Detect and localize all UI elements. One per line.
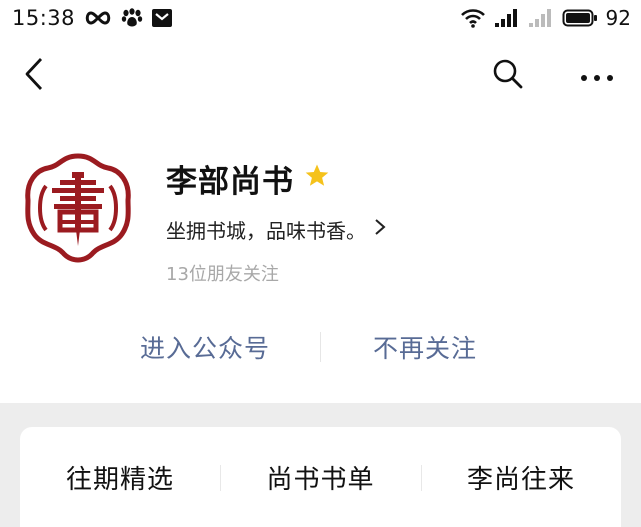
unfollow-button[interactable]: 不再关注: [330, 320, 520, 374]
menu-card: 往期精选 尚书书单 李尚往来: [20, 427, 621, 527]
chevron-left-icon: [24, 57, 44, 95]
menu-item-correspondence[interactable]: 李尚往来: [421, 449, 621, 505]
description-text: 坐拥书城，品味书香。: [166, 218, 366, 243]
wifi-icon: [460, 7, 486, 29]
status-bar: 15:38 92: [0, 0, 641, 36]
search-button[interactable]: [488, 56, 528, 96]
infinity-icon: [83, 7, 113, 29]
enter-account-button[interactable]: 进入公众号: [110, 320, 300, 374]
battery-icon: [562, 7, 598, 29]
status-time: 15:38: [12, 6, 76, 30]
signal-icon: [494, 7, 520, 29]
search-icon: [492, 58, 524, 94]
battery-percent: 92: [605, 6, 631, 30]
followers-count: 13位朋友关注: [166, 264, 279, 285]
more-button[interactable]: [574, 56, 620, 96]
profile-description[interactable]: 坐拥书城，品味书香。: [166, 212, 386, 246]
avatar: [22, 152, 134, 264]
menu-item-past-highlights[interactable]: 往期精选: [20, 449, 220, 505]
paw-icon: [121, 7, 143, 29]
action-divider: [320, 332, 321, 362]
back-button[interactable]: [16, 56, 52, 96]
star-icon: [304, 163, 330, 193]
profile-name: 李部尚书: [166, 163, 294, 200]
mail-icon: [151, 7, 173, 29]
profile-name-row: 李部尚书: [166, 156, 330, 200]
menu-item-book-list[interactable]: 尚书书单: [220, 449, 421, 505]
action-row: 进入公众号 不再关注: [0, 320, 641, 374]
status-left: 15:38: [12, 6, 173, 30]
nav-bar: [0, 44, 641, 108]
signal-icon: [528, 7, 554, 29]
chevron-right-icon: [374, 217, 386, 241]
status-right: 92: [460, 6, 631, 30]
more-icon: [580, 67, 614, 86]
